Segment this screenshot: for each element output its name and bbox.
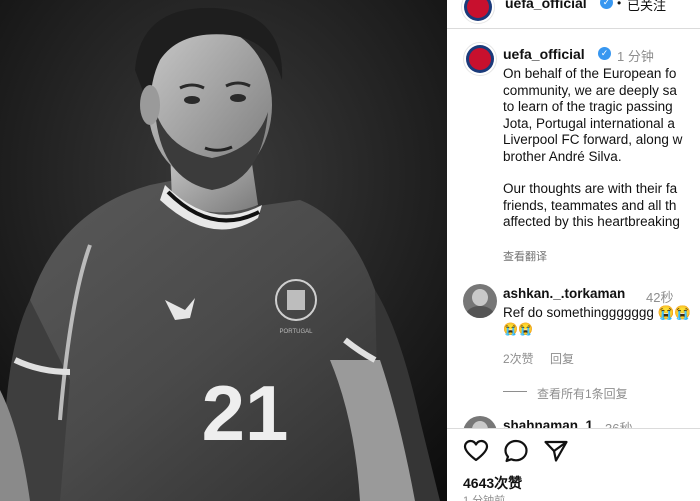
player-photo-image: PORTUGAL 21 [0,0,447,501]
post-header: uefa_official ✓ • 已关注 [447,0,700,29]
caption-line: brother André Silva. [503,148,622,164]
caption-line: community, we are deeply sa [503,82,677,98]
comment-likes[interactable]: 2次赞 [503,350,534,367]
post-like-count[interactable]: 4643次赞 [463,473,522,493]
caption-line: friends, teammates and all th [503,197,677,213]
caption-line: On behalf of the European fo [503,66,677,81]
post-author-username[interactable]: uefa_official [503,46,585,62]
verified-icon: ✓ [600,0,613,9]
follow-status-button[interactable]: 已关注 [627,0,666,14]
comment-reply-button[interactable]: 回复 [550,350,574,367]
post-author-avatar[interactable] [463,42,497,76]
jersey-number: 21 [202,369,289,457]
post-photo[interactable]: PORTUGAL 21 [0,0,447,501]
comment-bubble-icon[interactable] [503,439,529,463]
header-separator: • [617,0,622,10]
comment-time: 42秒 [646,290,674,305]
commenter-avatar[interactable] [463,284,497,318]
verified-icon: ✓ [598,47,611,60]
like-heart-icon[interactable] [463,439,489,463]
view-replies-line [503,391,527,392]
comment-text-cont: 😭😭 [503,322,533,336]
crest-text: PORTUGAL [280,329,314,335]
comment-username[interactable]: ashkan._.torkaman [503,286,625,301]
header-avatar[interactable] [461,0,495,24]
post-caption: On behalf of the European fo community, … [503,66,700,231]
see-translation-link[interactable]: 查看翻译 [503,248,547,264]
post-actions-bar: 4643次赞 1 分钟前 [447,428,700,501]
caption-line: to learn of the tragic passing [503,99,673,114]
caption-line: Liverpool FC forward, along w [503,132,683,147]
header-username[interactable]: uefa_official [505,0,587,11]
caption-line: Our thoughts are with their fa [503,181,678,196]
post-relative-time: 1 分钟前 [463,495,506,501]
caption-line: affected by this heartbreaking [503,214,680,229]
share-send-icon[interactable] [543,439,569,463]
view-replies-button[interactable]: 查看所有1条回复 [537,385,628,402]
post-time: 1 分钟 [617,49,654,64]
post-detail-panel: uefa_official ✓ • 已关注 uefa_official ✓ 1 … [447,0,700,501]
caption-line: Jota, Portugal international a [503,115,675,131]
comment-text: Ref do somethinggggggg 😭😭 [503,305,692,320]
